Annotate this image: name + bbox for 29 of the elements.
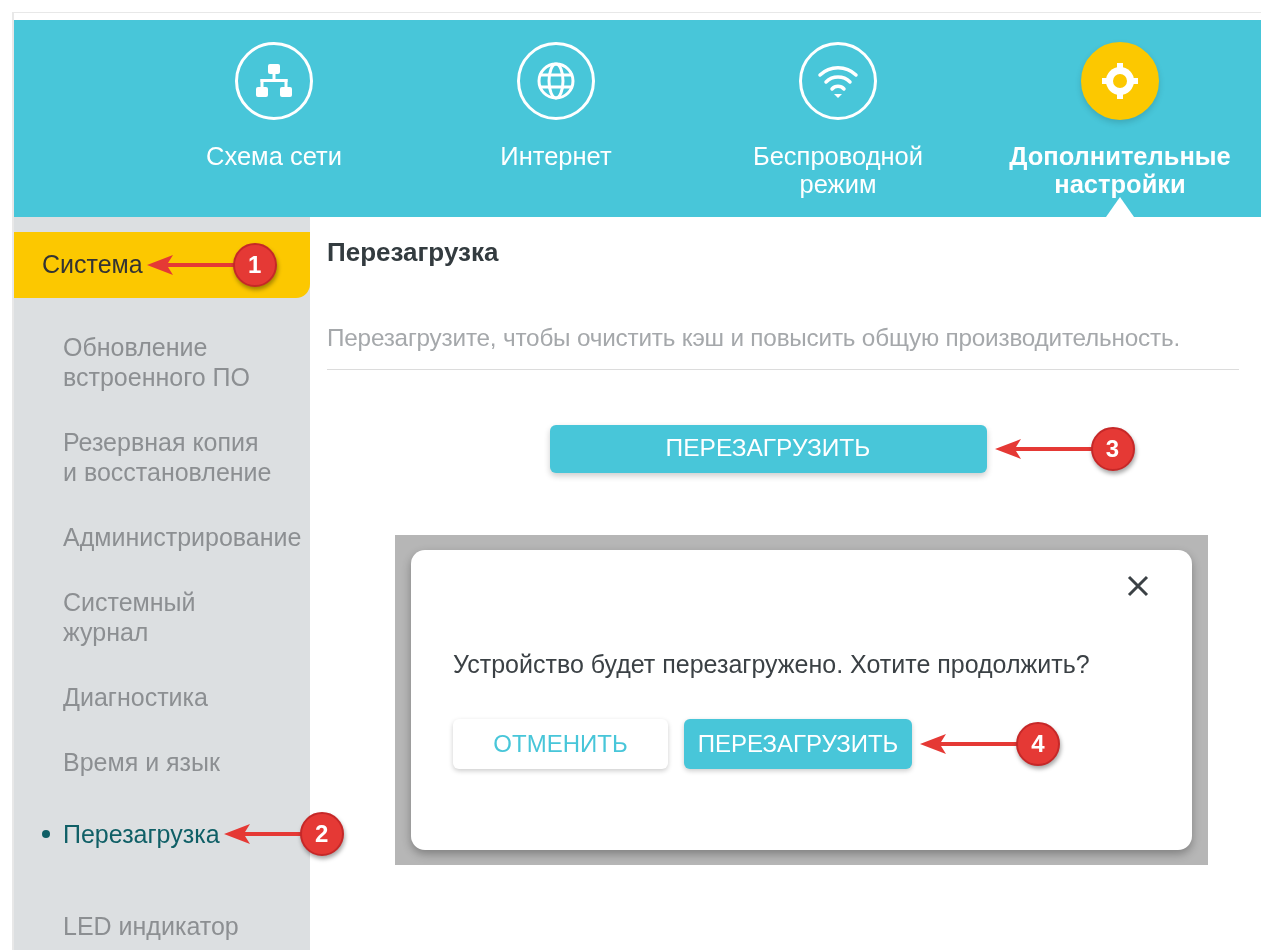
confirm-button[interactable]: ПЕРЕЗАГРУЗИТЬ [684, 719, 912, 770]
bullet-icon [42, 830, 50, 838]
step-number: 3 [1090, 426, 1135, 471]
close-icon[interactable] [1126, 573, 1150, 598]
cancel-button[interactable]: ОТМЕНИТЬ [453, 719, 668, 770]
gear-icon [1100, 61, 1140, 101]
step-number: 2 [299, 812, 344, 856]
sidebar-item[interactable]: Обновление встроенного ПО [63, 332, 278, 392]
page-title: Перезагрузка [327, 237, 500, 269]
globe-icon [536, 61, 576, 101]
sidebar-item[interactable]: Диагностика [63, 682, 208, 712]
sidebar-item[interactable]: Перезагрузка [63, 819, 220, 849]
sidebar-item[interactable]: Администрирование [63, 522, 302, 552]
nav-tab[interactable]: Схема сети [133, 20, 415, 217]
sidebar-item[interactable]: Системный журнал [63, 587, 278, 647]
step-number: 4 [1016, 722, 1060, 767]
network-icon [255, 63, 293, 99]
nav-tab[interactable]: Беспроводной режим [697, 20, 979, 217]
sidebar-item[interactable]: LED индикатор [63, 911, 239, 941]
section-label: Система [42, 249, 143, 281]
description-text: Перезагрузите, чтобы очистить кэш и повысить общую производительность. [327, 320, 1239, 370]
sidebar-item[interactable]: Резервная копия и восстановление [63, 427, 278, 487]
dialog-message: Устройство будет перезагружено. Хотите продолжить? [453, 648, 1091, 680]
wifi-icon [817, 63, 859, 99]
nav-tab[interactable]: Интернет [415, 20, 697, 217]
reboot-button[interactable]: ПЕРЕЗАГРУЗИТЬ [549, 424, 987, 473]
sidebar-section[interactable]: Система 1 [14, 232, 310, 298]
sidebar-item[interactable]: Время и язык [63, 747, 220, 777]
step-number: 1 [232, 243, 277, 287]
